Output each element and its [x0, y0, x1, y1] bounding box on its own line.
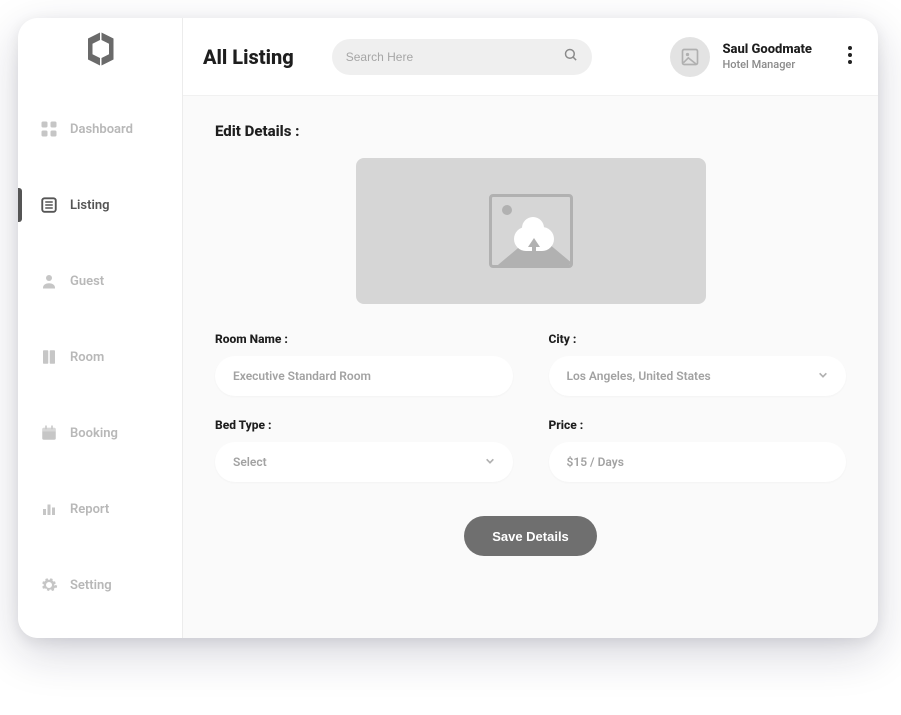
field-price: Price : $15 / Days: [549, 418, 847, 482]
bed-type-select[interactable]: Select: [215, 442, 513, 482]
user-name: Saul Goodmate: [722, 42, 812, 58]
search-box[interactable]: [332, 39, 592, 75]
content: Edit Details : Room Name : Executive Sta…: [183, 96, 878, 638]
dots-vertical-icon: [848, 46, 852, 64]
section-title: Edit Details :: [215, 122, 846, 140]
city-value: Los Angeles, United States: [567, 369, 711, 383]
sidebar-item-room[interactable]: Room: [18, 334, 182, 380]
chevron-down-icon: [818, 369, 828, 383]
search-input[interactable]: [346, 50, 553, 64]
sidebar-item-label: Room: [70, 350, 104, 365]
sidebar-item-label: Booking: [70, 426, 118, 441]
sidebar-item-setting[interactable]: Setting: [18, 562, 182, 608]
save-details-button[interactable]: Save Details: [464, 516, 597, 556]
bed-type-value: Select: [233, 455, 267, 469]
actions: Save Details: [215, 516, 846, 556]
sidebar-item-label: Listing: [70, 198, 110, 213]
field-room-name: Room Name : Executive Standard Room: [215, 332, 513, 396]
user-role: Hotel Manager: [722, 58, 812, 71]
gear-icon: [40, 576, 58, 594]
sidebar-item-guest[interactable]: Guest: [18, 258, 182, 304]
sidebar-item-listing[interactable]: Listing: [18, 182, 182, 228]
city-label: City :: [549, 332, 847, 346]
more-button[interactable]: [848, 46, 852, 68]
user-chip[interactable]: Saul Goodmate Hotel Manager: [670, 37, 812, 77]
field-city: City : Los Angeles, United States: [549, 332, 847, 396]
logo: [18, 18, 182, 80]
list-icon: [40, 196, 58, 214]
grid-icon: [40, 120, 58, 138]
form-grid: Room Name : Executive Standard Room City…: [215, 332, 846, 482]
city-select[interactable]: Los Angeles, United States: [549, 356, 847, 396]
sidebar-item-label: Guest: [70, 274, 104, 289]
price-label: Price :: [549, 418, 847, 432]
field-bed-type: Bed Type : Select: [215, 418, 513, 482]
page-title: All Listing: [203, 45, 294, 69]
logo-icon: [82, 31, 118, 67]
price-value: $15 / Days: [567, 455, 624, 469]
sidebar-item-report[interactable]: Report: [18, 486, 182, 532]
avatar: [670, 37, 710, 77]
door-icon: [40, 348, 58, 366]
price-input[interactable]: $15 / Days: [549, 442, 847, 482]
sidebar-nav: Dashboard Listing Guest Room: [18, 80, 182, 638]
bar-chart-icon: [40, 500, 58, 518]
upload-placeholder: [489, 194, 573, 268]
user-icon: [40, 272, 58, 290]
main: All Listing Saul Goodmate Hotel Manager: [183, 18, 878, 638]
calendar-icon: [40, 424, 58, 442]
image-upload-zone[interactable]: [356, 158, 706, 304]
room-name-value: Executive Standard Room: [233, 369, 371, 383]
app-shell: Dashboard Listing Guest Room: [18, 18, 878, 638]
user-meta: Saul Goodmate Hotel Manager: [722, 42, 812, 71]
sidebar: Dashboard Listing Guest Room: [18, 18, 183, 638]
sidebar-item-label: Report: [70, 502, 109, 517]
room-name-label: Room Name :: [215, 332, 513, 346]
topbar: All Listing Saul Goodmate Hotel Manager: [183, 18, 878, 96]
bed-type-label: Bed Type :: [215, 418, 513, 432]
image-icon: [680, 47, 700, 67]
sidebar-item-label: Setting: [70, 578, 112, 593]
chevron-down-icon: [485, 455, 495, 469]
search-icon: [563, 47, 578, 66]
sidebar-item-booking[interactable]: Booking: [18, 410, 182, 456]
sidebar-item-label: Dashboard: [70, 122, 133, 137]
sidebar-item-dashboard[interactable]: Dashboard: [18, 106, 182, 152]
room-name-input[interactable]: Executive Standard Room: [215, 356, 513, 396]
